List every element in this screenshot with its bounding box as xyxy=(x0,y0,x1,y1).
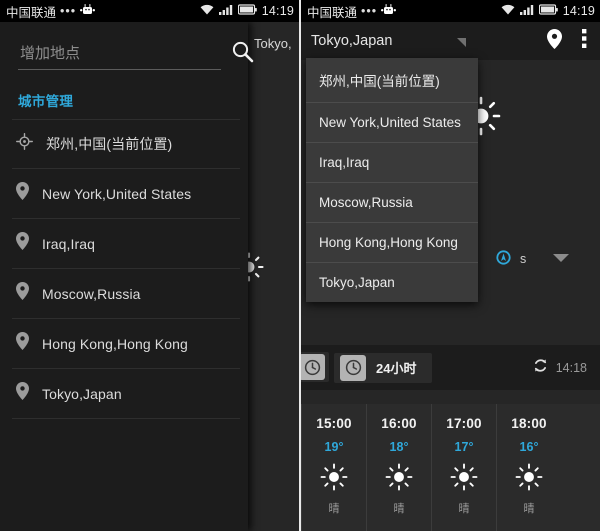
screenshot-stage: 中国联通 ••• 14:19 Tokyo, 增加地点 城市管理 郑州,中国(当前… xyxy=(0,0,600,531)
dropdown-item-moscow[interactable]: Moscow,Russia xyxy=(306,183,478,223)
signal-icon xyxy=(519,4,534,18)
status-dots: ••• xyxy=(361,4,378,18)
action-bar: Tokyo,Japan xyxy=(301,22,600,60)
status-bar-left-group: 中国联通 ••• xyxy=(307,2,397,21)
tab-24-hour[interactable]: 24小时 xyxy=(334,352,433,383)
dropdown-item-new-york[interactable]: New York,United States xyxy=(306,103,478,143)
last-updated-time: 14:18 xyxy=(555,360,587,375)
map-pin-icon xyxy=(16,332,29,355)
city-list-item-new-york[interactable]: New York,United States xyxy=(0,169,248,218)
overflow-menu-icon[interactable] xyxy=(582,29,587,53)
refresh-group[interactable]: 14:18 xyxy=(533,358,600,378)
behind-drawer-content: Tokyo, xyxy=(248,22,300,531)
status-dots: ••• xyxy=(60,4,77,18)
city-list-item-current[interactable]: 郑州,中国(当前位置) xyxy=(0,120,248,168)
hour-time: 18:00 xyxy=(511,416,547,431)
hourly-cell-1500[interactable]: 15:00 19° 晴 xyxy=(301,404,366,531)
wind-compass-icon xyxy=(496,250,511,268)
hour-condition: 晴 xyxy=(393,503,405,515)
signal-icon xyxy=(218,4,233,18)
map-pin-icon xyxy=(16,282,29,305)
sun-icon xyxy=(450,463,478,491)
map-pin-icon xyxy=(16,182,29,205)
dropdown-item-hong-kong[interactable]: Hong Kong,Hong Kong xyxy=(306,223,478,263)
android-robot-icon xyxy=(381,3,397,19)
carrier-label: 中国联通 xyxy=(307,5,358,20)
status-bar-left-group: 中国联通 ••• xyxy=(6,2,96,21)
city-label: New York,United States xyxy=(42,185,192,202)
tab-label: 24小时 xyxy=(376,361,417,376)
city-label: Tokyo,Japan xyxy=(42,385,122,402)
section-header-city-management: 城市管理 xyxy=(18,94,74,109)
sun-icon xyxy=(320,463,348,491)
status-time: 14:19 xyxy=(261,4,294,18)
city-list-item-moscow[interactable]: Moscow,Russia xyxy=(0,269,248,318)
carrier-label: 中国联通 xyxy=(6,5,57,20)
hour-time: 16:00 xyxy=(381,416,417,431)
dropdown-item-iraq[interactable]: Iraq,Iraq xyxy=(306,143,478,183)
action-bar-icons xyxy=(547,28,591,54)
clock-icon xyxy=(301,354,325,380)
search-input[interactable] xyxy=(18,43,221,70)
city-label: Moscow,Russia xyxy=(42,285,141,302)
hourly-cell-1800[interactable]: 18:00 16° 晴 xyxy=(496,404,561,531)
android-robot-icon xyxy=(80,3,96,19)
search-row xyxy=(0,22,254,76)
battery-icon xyxy=(538,4,558,18)
sun-icon xyxy=(515,463,543,491)
navigation-drawer: 城市管理 郑州,中国(当前位置) New xyxy=(0,22,254,531)
wifi-icon xyxy=(501,4,515,18)
hour-temp: 17° xyxy=(454,440,474,454)
map-pin-icon xyxy=(16,382,29,405)
status-time: 14:19 xyxy=(562,4,595,18)
chevron-down-icon[interactable] xyxy=(553,252,570,266)
hour-condition: 晴 xyxy=(328,503,340,515)
sun-icon xyxy=(385,463,413,491)
forecast-toolbar: 24小时 14:18 xyxy=(301,345,600,390)
hourly-cell-1600[interactable]: 16:00 18° 晴 xyxy=(366,404,431,531)
hourly-forecast-strip[interactable]: 15:00 19° 晴 15:00 19° xyxy=(301,404,600,531)
city-list-item-hong-kong[interactable]: Hong Kong,Hong Kong xyxy=(0,319,248,368)
status-bar-right-group: 14:19 xyxy=(200,4,294,18)
map-pin-icon xyxy=(16,232,29,255)
right-screen: 中国联通 ••• 14:19 s Tokyo,Japan 郑州,中国(当前位置)… xyxy=(300,0,600,531)
city-list-item-tokyo[interactable]: Tokyo,Japan xyxy=(0,369,248,418)
hour-temp: 16° xyxy=(519,440,539,454)
hour-time: 17:00 xyxy=(446,416,482,431)
battery-icon xyxy=(237,4,257,18)
city-dropdown-menu: 郑州,中国(当前位置) New York,United States Iraq,… xyxy=(306,58,478,302)
city-label: Iraq,Iraq xyxy=(42,235,96,252)
city-label: Hong Kong,Hong Kong xyxy=(42,335,188,352)
screenshot-seam-divider xyxy=(299,0,301,531)
refresh-icon[interactable] xyxy=(533,358,548,378)
behind-city-title: Tokyo, xyxy=(254,36,292,51)
city-spinner-label[interactable]: Tokyo,Japan xyxy=(311,33,392,49)
left-screen: 中国联通 ••• 14:19 Tokyo, 增加地点 城市管理 郑州,中国(当前… xyxy=(0,0,300,531)
wind-readout: s xyxy=(496,250,570,268)
hour-temp: 19° xyxy=(324,440,344,454)
clock-icon xyxy=(340,354,366,381)
dropdown-item-tokyo[interactable]: Tokyo,Japan xyxy=(306,263,478,302)
sun-icon xyxy=(248,252,264,282)
city-label: 郑州,中国(当前位置) xyxy=(46,136,173,152)
hour-condition: 晴 xyxy=(458,503,470,515)
dropdown-caret-icon[interactable] xyxy=(457,38,466,47)
divider xyxy=(12,418,240,419)
status-bar-left: 中国联通 ••• 14:19 xyxy=(0,0,300,22)
hour-temp: 18° xyxy=(389,440,409,454)
search-icon[interactable] xyxy=(229,40,256,70)
wind-value: s xyxy=(520,252,527,266)
previous-tab-partial[interactable] xyxy=(301,352,329,382)
hour-time: 15:00 xyxy=(316,416,352,431)
hourly-cell-1700[interactable]: 17:00 17° 晴 xyxy=(431,404,496,531)
crosshair-location-icon xyxy=(16,133,33,155)
hour-condition: 晴 xyxy=(523,503,535,515)
map-pin-icon[interactable] xyxy=(547,28,562,54)
city-list-item-iraq[interactable]: Iraq,Iraq xyxy=(0,219,248,268)
status-bar-right-group: 14:19 xyxy=(501,4,595,18)
status-bar-right: 中国联通 ••• 14:19 xyxy=(301,0,600,22)
wifi-icon xyxy=(200,4,214,18)
dropdown-item-zhengzhou[interactable]: 郑州,中国(当前位置) xyxy=(306,58,478,103)
